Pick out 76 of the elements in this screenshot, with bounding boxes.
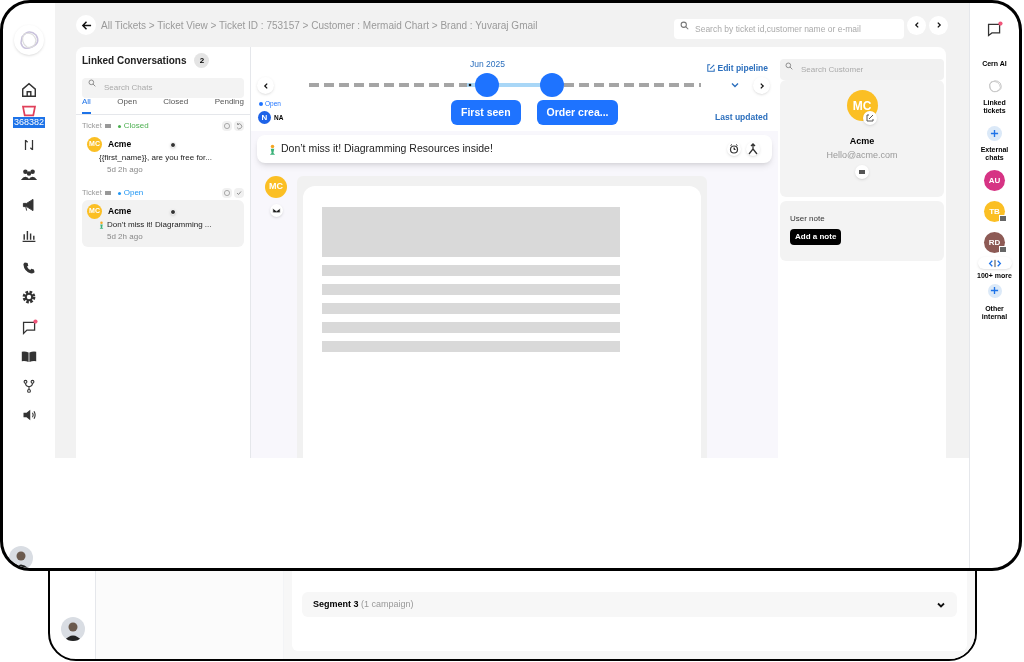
stage-button[interactable]: First seen [451,100,521,125]
scroll-arrows-button[interactable] [977,257,1012,269]
user-avatar[interactable] [60,617,85,641]
previous-button[interactable] [257,77,274,94]
ticket-icon[interactable] [19,105,39,117]
next-button[interactable] [929,15,948,35]
chevron-down-icon[interactable] [730,80,740,90]
message-preview: Don’t miss it! Diagramming ... [107,219,212,231]
add-button[interactable] [987,283,1002,298]
time-label: 5d 2h ago [106,231,144,243]
message-preview: {{first_name}}, are you free for... [99,152,212,164]
segment-row[interactable]: Segment 3 (1 campaign) [302,592,957,617]
contact-avatar[interactable]: AU [984,170,1005,191]
note-title: User note [790,213,826,225]
sender-name: Acme [108,138,133,151]
merge-icon[interactable] [22,138,36,152]
ticket-count: 368382 [12,117,45,128]
sender-name: Acme [108,205,133,218]
stage-button[interactable]: Order crea... [536,100,619,125]
panel-title: Linked Conversations [82,54,187,68]
merge-arrow-icon[interactable] [746,142,760,156]
plus-icon [990,286,999,295]
phone-icon[interactable] [22,261,36,275]
search-icon [88,79,96,87]
edit-pipeline-link[interactable]: Edit pipeline [707,62,768,75]
back-arrow-icon [80,19,92,31]
fork-icon[interactable] [22,379,36,393]
chat-icon[interactable] [986,21,1003,38]
subject-text: Don’t miss it! Diagramming Resources inside! [281,141,493,157]
check-icon[interactable] [234,188,244,198]
people-icon[interactable] [20,168,38,181]
customer-email: Hello@acme.com [826,148,898,162]
add-button[interactable] [987,126,1002,141]
mermaid-icon [99,221,104,229]
last-updated-label: Last updated [715,111,768,124]
tab[interactable]: Closed [163,96,189,114]
alarm-clock-icon[interactable] [727,142,741,156]
agent-avatar: N [258,111,271,124]
home-icon[interactable] [20,81,38,99]
user-avatar[interactable] [9,546,33,568]
channel-icon [170,208,176,215]
breadcrumb: All Tickets > Ticket View > Ticket ID : 753157 > Customer : Mermaid Chart > Brand : Yuvaraj Gmail [101,18,538,33]
previous-button[interactable] [907,15,926,35]
tab[interactable]: All [82,96,91,114]
search-icon [680,20,689,30]
edit-icon [707,64,716,73]
next-button[interactable] [753,77,770,94]
chevron-left-icon [261,81,270,90]
chat-search-field[interactable]: Search Chats [82,77,244,98]
tab[interactable]: Open [117,96,137,114]
back-button[interactable] [76,15,96,35]
megaphone-icon[interactable] [21,197,37,213]
chat-icon[interactable] [20,319,38,336]
count-badge: 2 [194,53,210,68]
status-label: Open [123,187,144,199]
settings-icon[interactable] [21,289,37,305]
customer-search-field[interactable]: Search Customer [780,59,944,80]
plus-icon [990,129,999,138]
customer-name: Acme [849,135,875,148]
mermaid-icon [269,143,276,155]
month-label: Jun 2025 [470,58,505,71]
undo-icon[interactable] [234,121,244,131]
time-label: 5d 2h ago [106,164,144,176]
book-icon[interactable] [21,350,37,363]
sender-avatar: MC [265,176,287,198]
segment-title: Segment 3 (1 campaign) [313,597,414,611]
ticket-icon [104,124,111,128]
add-note-button[interactable]: Add a note [790,229,842,245]
ticket-icon [104,191,111,195]
ticket-search-field[interactable]: Search by ticket id,customer name or e-mail [674,19,904,39]
search-icon [785,61,793,70]
tab[interactable]: Pending [214,96,244,114]
channel-icon [170,141,176,148]
speaker-icon[interactable] [21,409,37,421]
chevron-left-icon [912,21,921,29]
status-label: Closed [123,120,149,132]
